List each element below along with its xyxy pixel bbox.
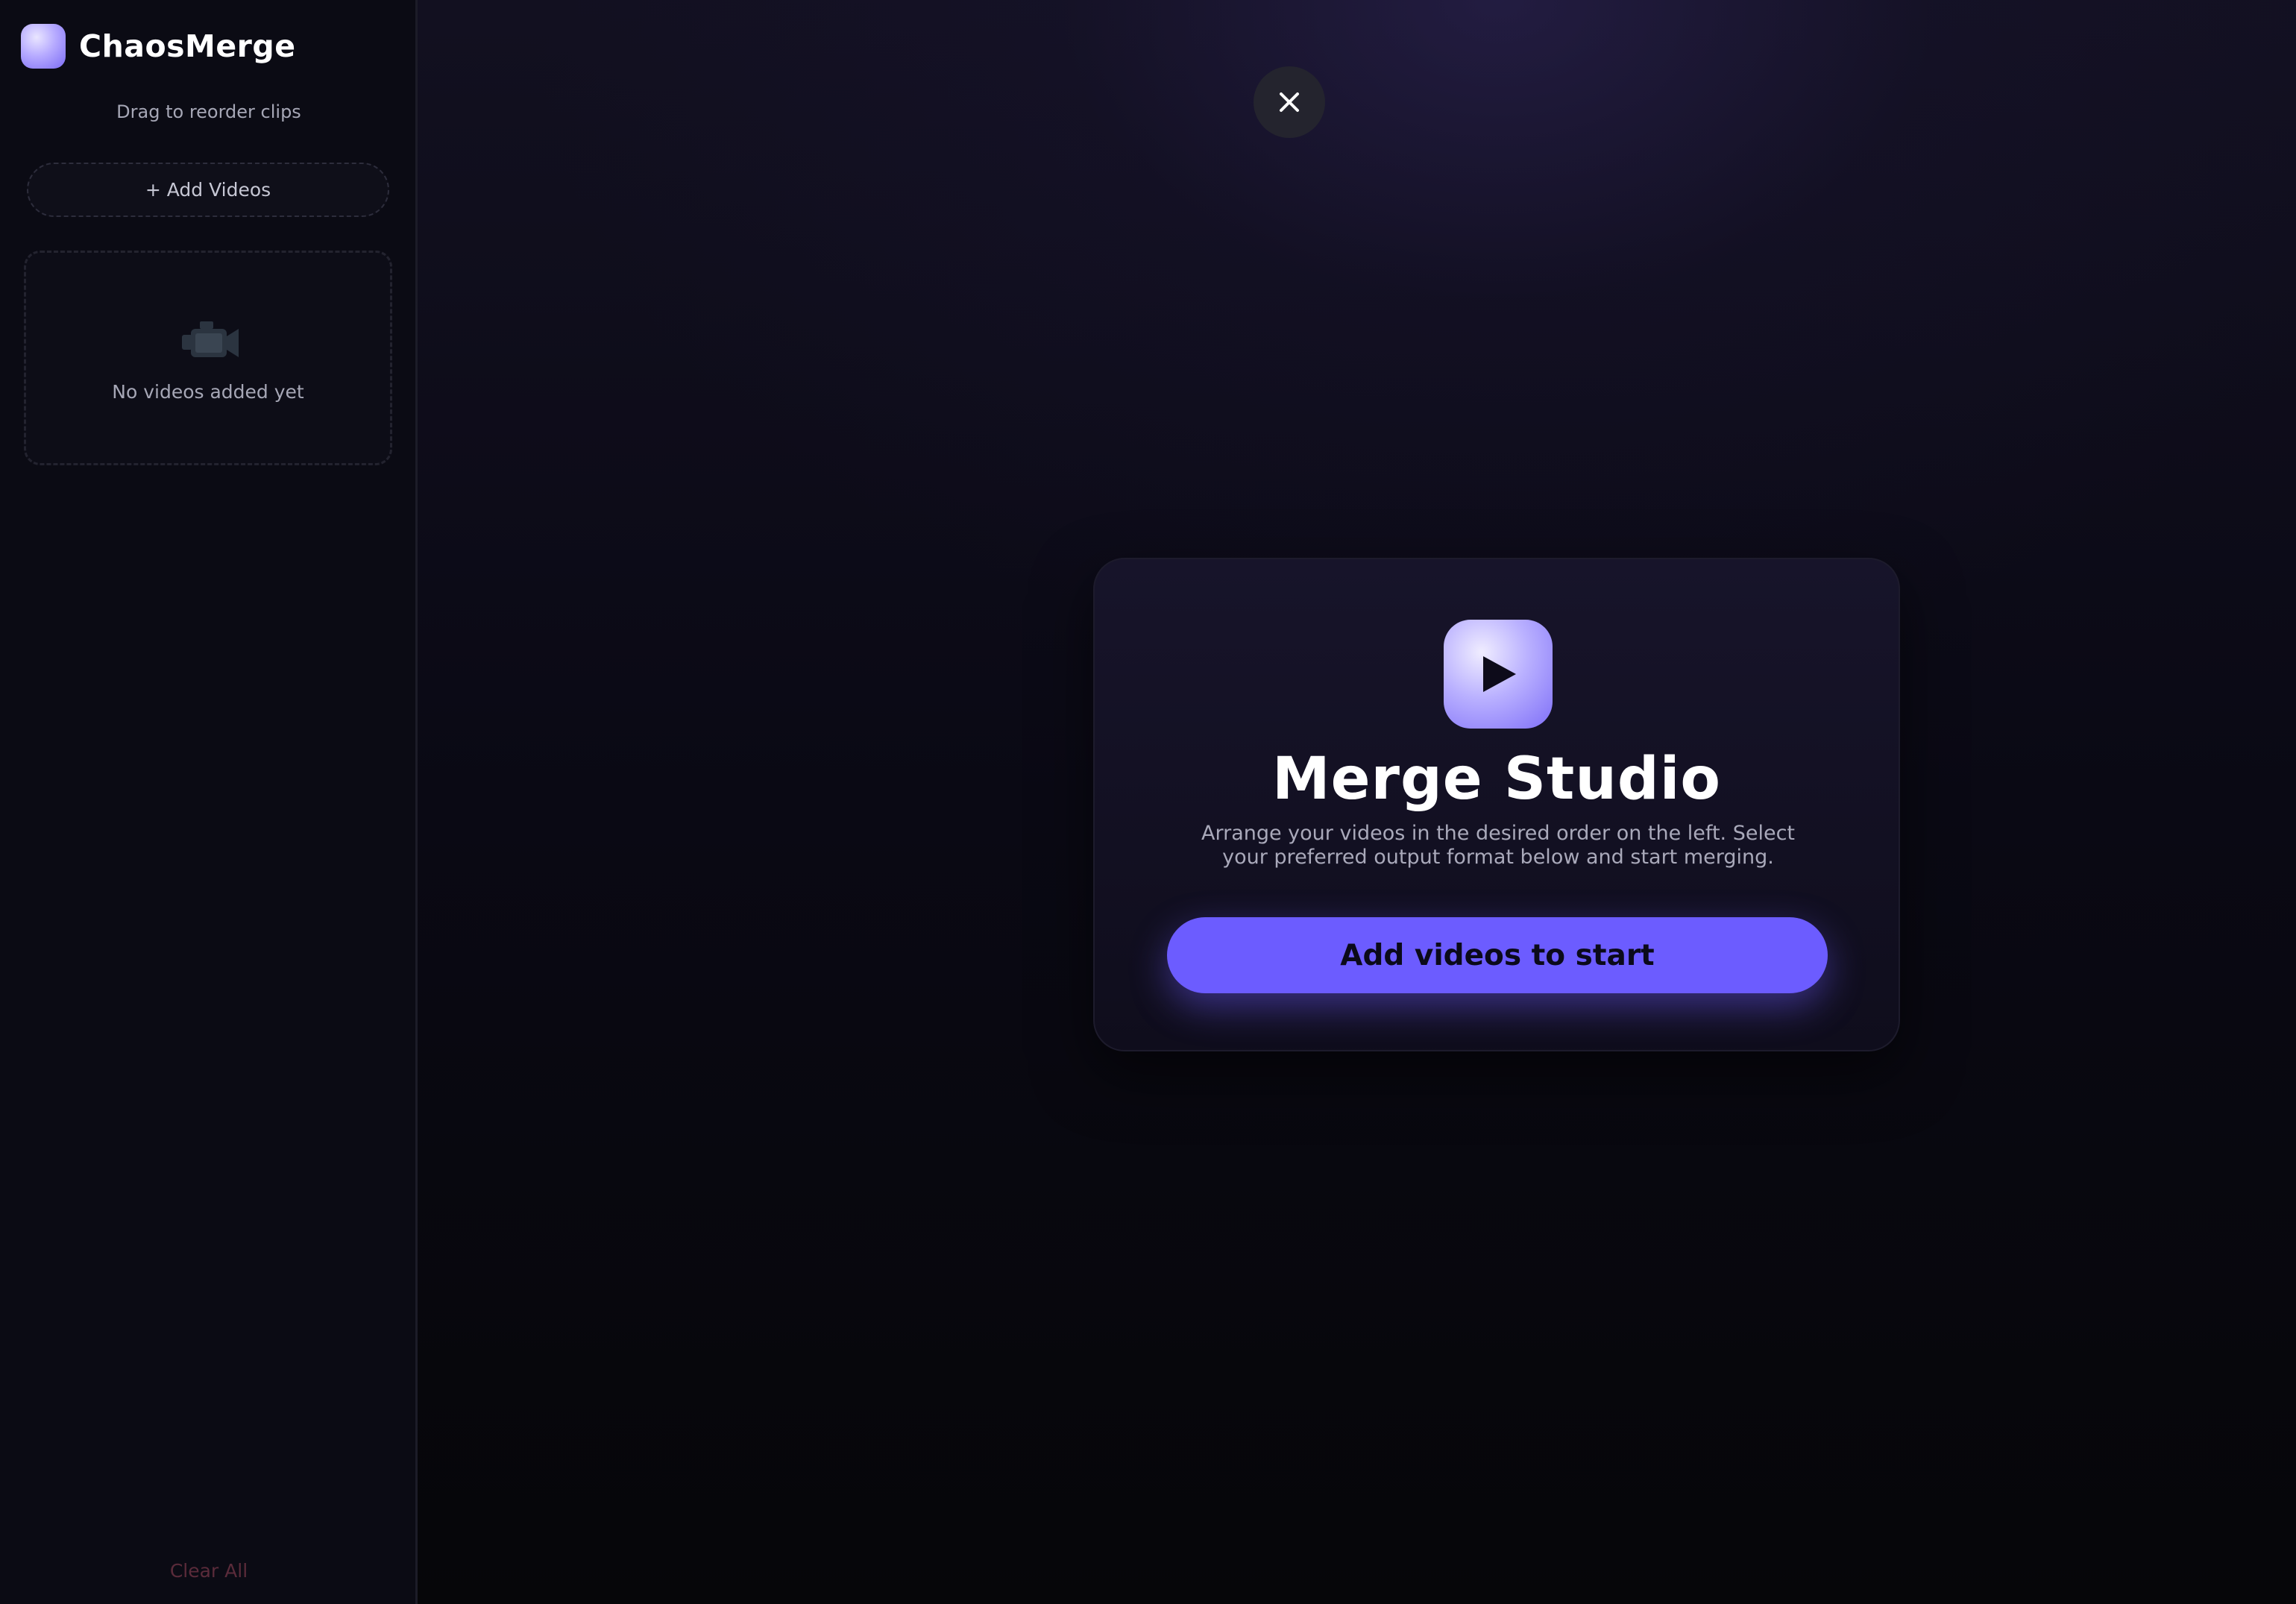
clear-all-button[interactable]: Clear All xyxy=(0,1560,418,1582)
merge-studio-card: Merge Studio Arrange your videos in the … xyxy=(1093,558,1900,1051)
app-window: ChaosMerge Drag to reorder clips + Add V… xyxy=(0,0,2296,1604)
add-videos-button[interactable]: + Add Videos xyxy=(27,163,389,217)
card-description: Arrange your videos in the desired order… xyxy=(1201,822,1795,869)
app-logo-icon xyxy=(21,24,66,69)
start-merge-button[interactable]: Add videos to start xyxy=(1167,917,1828,993)
close-button[interactable] xyxy=(1254,66,1325,138)
app-name: ChaosMerge xyxy=(79,28,296,64)
main-area: Merge Studio Arrange your videos in the … xyxy=(418,0,2296,1604)
empty-state-text: No videos added yet xyxy=(112,381,304,403)
reorder-hint: Drag to reorder clips xyxy=(116,101,301,122)
card-title: Merge Studio xyxy=(1271,746,1722,813)
play-icon-tile xyxy=(1444,620,1553,729)
video-camera-icon xyxy=(182,321,239,357)
play-icon xyxy=(1483,656,1516,692)
close-icon xyxy=(1280,92,1299,112)
video-drop-zone[interactable]: No videos added yet xyxy=(24,251,392,465)
sidebar: ChaosMerge Drag to reorder clips + Add V… xyxy=(0,0,418,1604)
brand: ChaosMerge xyxy=(21,24,296,69)
